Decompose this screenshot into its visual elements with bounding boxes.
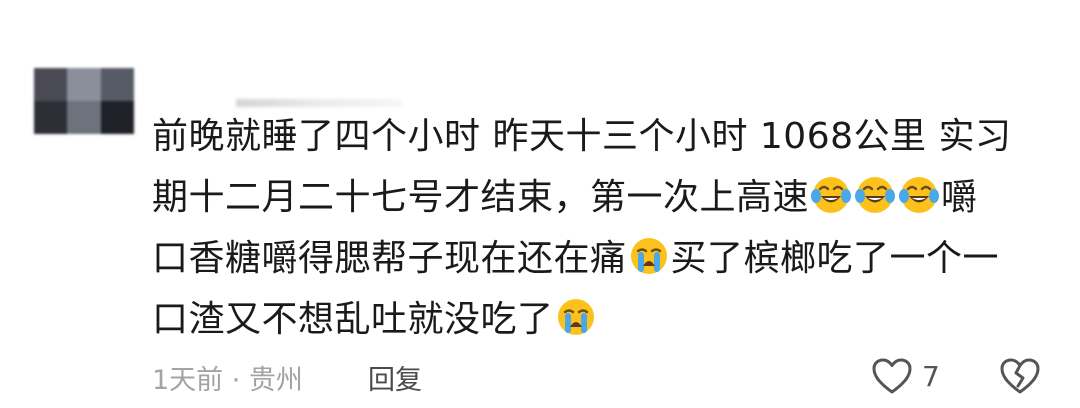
dislike-button[interactable] bbox=[998, 356, 1042, 396]
comment-time-location: 1天前 · 贵州 bbox=[152, 365, 303, 396]
user-avatar[interactable] bbox=[34, 68, 134, 134]
avatar-pixel bbox=[67, 68, 101, 101]
face-with-tears-of-joy-icon bbox=[811, 175, 852, 215]
face-with-tears-of-joy-icon bbox=[899, 175, 940, 215]
loudly-crying-face-icon bbox=[629, 236, 669, 276]
like-count: 7 bbox=[922, 359, 940, 393]
comment-line: 口渣又不想乱吐就没吃了 bbox=[152, 289, 1032, 350]
heart-icon bbox=[870, 356, 914, 396]
like-button[interactable]: 7 bbox=[870, 356, 940, 396]
comment-text: 前晚就睡了四个小时 昨天十三个小时 1068公里 实习 期十二月二十七号才结束，… bbox=[152, 106, 1032, 350]
avatar-pixel bbox=[34, 68, 68, 101]
comment-line: 期十二月二十七号才结束，第一次上高速嚼 bbox=[152, 175, 978, 218]
avatar-pixel bbox=[34, 101, 68, 134]
reply-button[interactable]: 回复 bbox=[368, 358, 422, 397]
loudly-crying-face-icon bbox=[556, 297, 596, 337]
face-with-tears-of-joy-icon bbox=[855, 175, 896, 215]
broken-heart-icon bbox=[998, 356, 1042, 396]
comment-line: 口香糖嚼得腮帮子现在还在痛 买了槟榔吃了一个一 bbox=[152, 236, 1000, 279]
avatar-pixel bbox=[100, 101, 134, 134]
avatar-pixel bbox=[100, 68, 134, 101]
avatar-pixel bbox=[67, 101, 101, 134]
comment-line: 前晚就睡了四个小时 昨天十三个小时 1068公里 实习 bbox=[152, 116, 1012, 157]
